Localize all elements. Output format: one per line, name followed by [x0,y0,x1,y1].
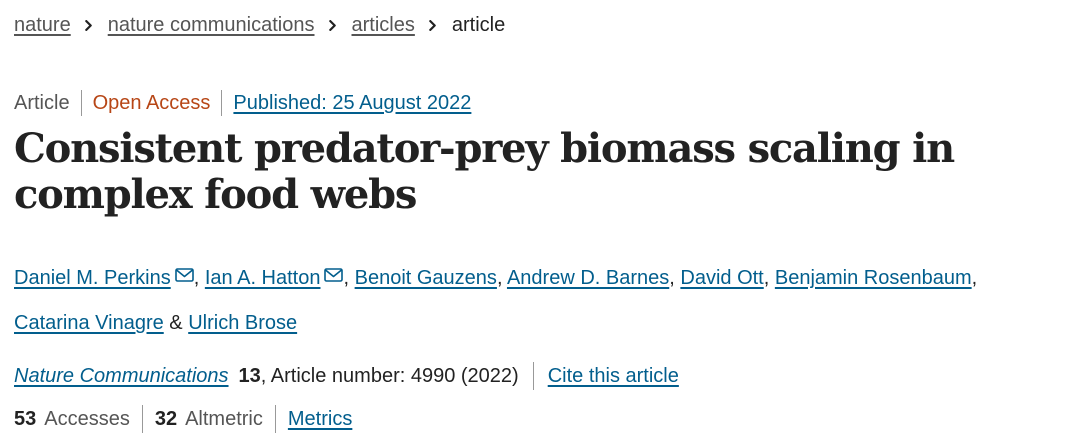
author-ampersand: & [169,312,183,334]
chevron-right-icon [429,19,436,31]
author-link[interactable]: David Ott [680,267,763,289]
author-separator: , [971,267,978,289]
author-link[interactable]: Catarina Vinagre [14,312,164,334]
meta-divider [80,90,82,116]
author-link[interactable]: Ulrich Brose [188,312,297,334]
envelope-icon[interactable] [174,268,194,282]
breadcrumb-current: article [451,14,506,36]
accesses-label: Accesses [44,408,130,430]
cite-this-article-link[interactable]: Cite this article [548,362,679,390]
altmetric-label: Altmetric [185,408,263,430]
breadcrumb-item-articles[interactable]: articles [352,11,415,39]
article-metrics: 53 Accesses 32 Altmetric Metrics [14,405,352,433]
metrics-divider [274,405,276,433]
altmetric-count: 32 [154,408,178,430]
article-number: , Article number: 4990 (2022) [260,365,519,387]
article-title: Consistent predator-prey biomass scaling… [14,125,955,218]
author-link[interactable]: Ian A. Hatton [205,267,321,289]
metrics-link[interactable]: Metrics [288,405,352,433]
citation-divider [532,362,534,390]
author-link[interactable]: Andrew D. Barnes [507,267,669,289]
citation-line: Nature Communications 13 , Article numbe… [14,362,679,390]
accesses-count: 53 [14,408,37,430]
open-access-label: Open Access [92,92,211,114]
breadcrumb-item-nature[interactable]: nature [14,11,71,39]
author-list: Daniel M. Perkins, Ian A. Hatton, Benoit… [14,256,1064,346]
journal-link[interactable]: Nature Communications [14,362,229,390]
article-type: Article [14,92,70,114]
breadcrumb: nature nature communications articles ar… [14,11,505,39]
author-separator: , [669,267,675,289]
author-separator: , [343,267,350,289]
chevron-right-icon [328,19,336,31]
chevron-right-icon [84,19,92,31]
author-separator: , [496,267,503,289]
breadcrumb-item-nature-communications[interactable]: nature communications [108,11,315,39]
metrics-divider [141,405,143,433]
author-link[interactable]: Daniel M. Perkins [14,267,171,289]
article-meta: Article Open Access Published: 25 August… [14,89,471,117]
author-separator: , [193,267,200,289]
envelope-icon[interactable] [324,268,344,282]
author-separator: , [763,267,770,289]
author-link[interactable]: Benoit Gauzens [355,267,497,289]
volume-number: 13 [238,365,261,387]
meta-divider [221,90,223,116]
author-link[interactable]: Benjamin Rosenbaum [775,267,972,289]
published-date-link[interactable]: Published: 25 August 2022 [233,89,471,117]
